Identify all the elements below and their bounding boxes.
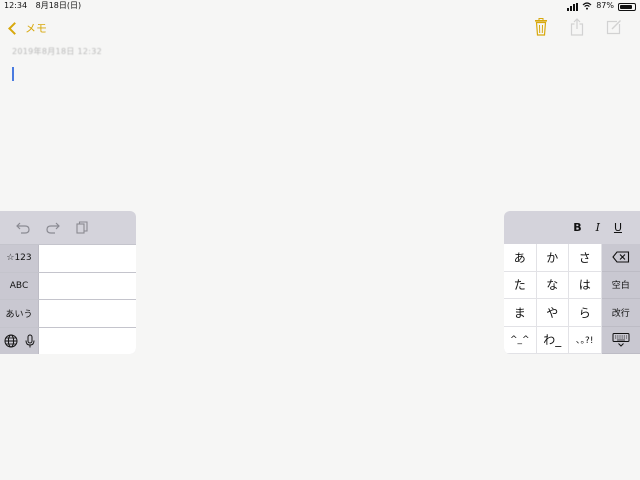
keyboard-dismiss-icon <box>612 332 630 347</box>
dismiss-keyboard-button[interactable] <box>601 326 640 354</box>
underline-button[interactable]: U <box>614 221 622 234</box>
format-toolbar: B I U <box>504 211 640 244</box>
key-symbols[interactable]: ☆123 <box>0 245 39 272</box>
compose-icon[interactable] <box>606 19 622 35</box>
key-ma-row[interactable]: ま <box>504 299 537 327</box>
keyboard-left-keys: ☆123 ABC あいう <box>0 244 136 354</box>
note-date: 2019年8月18日 12:32 <box>12 47 103 56</box>
key-sa-row[interactable]: さ <box>569 244 602 272</box>
wifi-icon <box>582 2 592 10</box>
battery-fill <box>620 5 633 9</box>
key-hiragana[interactable]: あいう <box>0 300 39 327</box>
key-a-row[interactable]: あ <box>504 244 537 272</box>
globe-icon[interactable] <box>4 334 18 348</box>
key-area[interactable] <box>39 327 136 354</box>
text-cursor[interactable] <box>12 67 14 81</box>
return-button[interactable]: 改行 <box>601 299 640 327</box>
key-ra-row[interactable]: ら <box>569 299 602 327</box>
key-punctuation[interactable]: ､｡?! <box>569 326 602 354</box>
key-ya-row[interactable]: や <box>536 299 569 327</box>
keyboard-left-toolbar <box>0 211 136 244</box>
key-ka-row[interactable]: か <box>536 244 569 272</box>
italic-button[interactable]: I <box>596 221 600 234</box>
keyboard-left-panel: ☆123 ABC あいう <box>0 211 136 354</box>
key-ha-row[interactable]: は <box>569 271 602 299</box>
key-globe-mic <box>0 327 39 354</box>
key-abc[interactable]: ABC <box>0 272 39 299</box>
undo-icon[interactable] <box>16 222 30 234</box>
keyboard-right-panel: B I U あ か さ た な は 空白 ま や ら 改行 ^_^ わ_ ､｡?… <box>504 211 640 354</box>
key-area[interactable] <box>39 272 136 299</box>
trash-icon[interactable] <box>534 18 548 36</box>
bold-button[interactable]: B <box>573 221 581 234</box>
key-area[interactable] <box>39 245 136 272</box>
kana-keypad: あ か さ た な は 空白 ま や ら 改行 ^_^ わ_ ､｡?! <box>504 244 640 354</box>
paste-icon[interactable] <box>76 221 88 234</box>
back-button[interactable]: メモ <box>8 18 47 38</box>
key-emoticon[interactable]: ^_^ <box>504 326 537 354</box>
signal-icon <box>567 3 579 11</box>
status-date: 8月18日(日) <box>35 1 82 10</box>
mic-icon[interactable] <box>25 334 35 348</box>
battery-icon <box>618 3 636 11</box>
key-ta-row[interactable]: た <box>504 271 537 299</box>
chevron-left-icon <box>8 21 21 35</box>
status-time: 12:34 <box>4 1 28 10</box>
nav-actions <box>534 18 622 36</box>
battery-percent: 87% <box>596 1 614 10</box>
space-button[interactable]: 空白 <box>601 271 640 299</box>
key-area[interactable] <box>39 300 136 327</box>
status-bar: 12:34 8月18日(日) 87% <box>0 0 640 12</box>
back-label: メモ <box>25 22 47 35</box>
delete-button[interactable] <box>601 244 640 272</box>
key-na-row[interactable]: な <box>536 271 569 299</box>
backspace-icon <box>612 251 629 263</box>
key-wa-row[interactable]: わ_ <box>536 326 569 354</box>
redo-icon[interactable] <box>46 222 60 234</box>
share-icon[interactable] <box>570 18 584 36</box>
